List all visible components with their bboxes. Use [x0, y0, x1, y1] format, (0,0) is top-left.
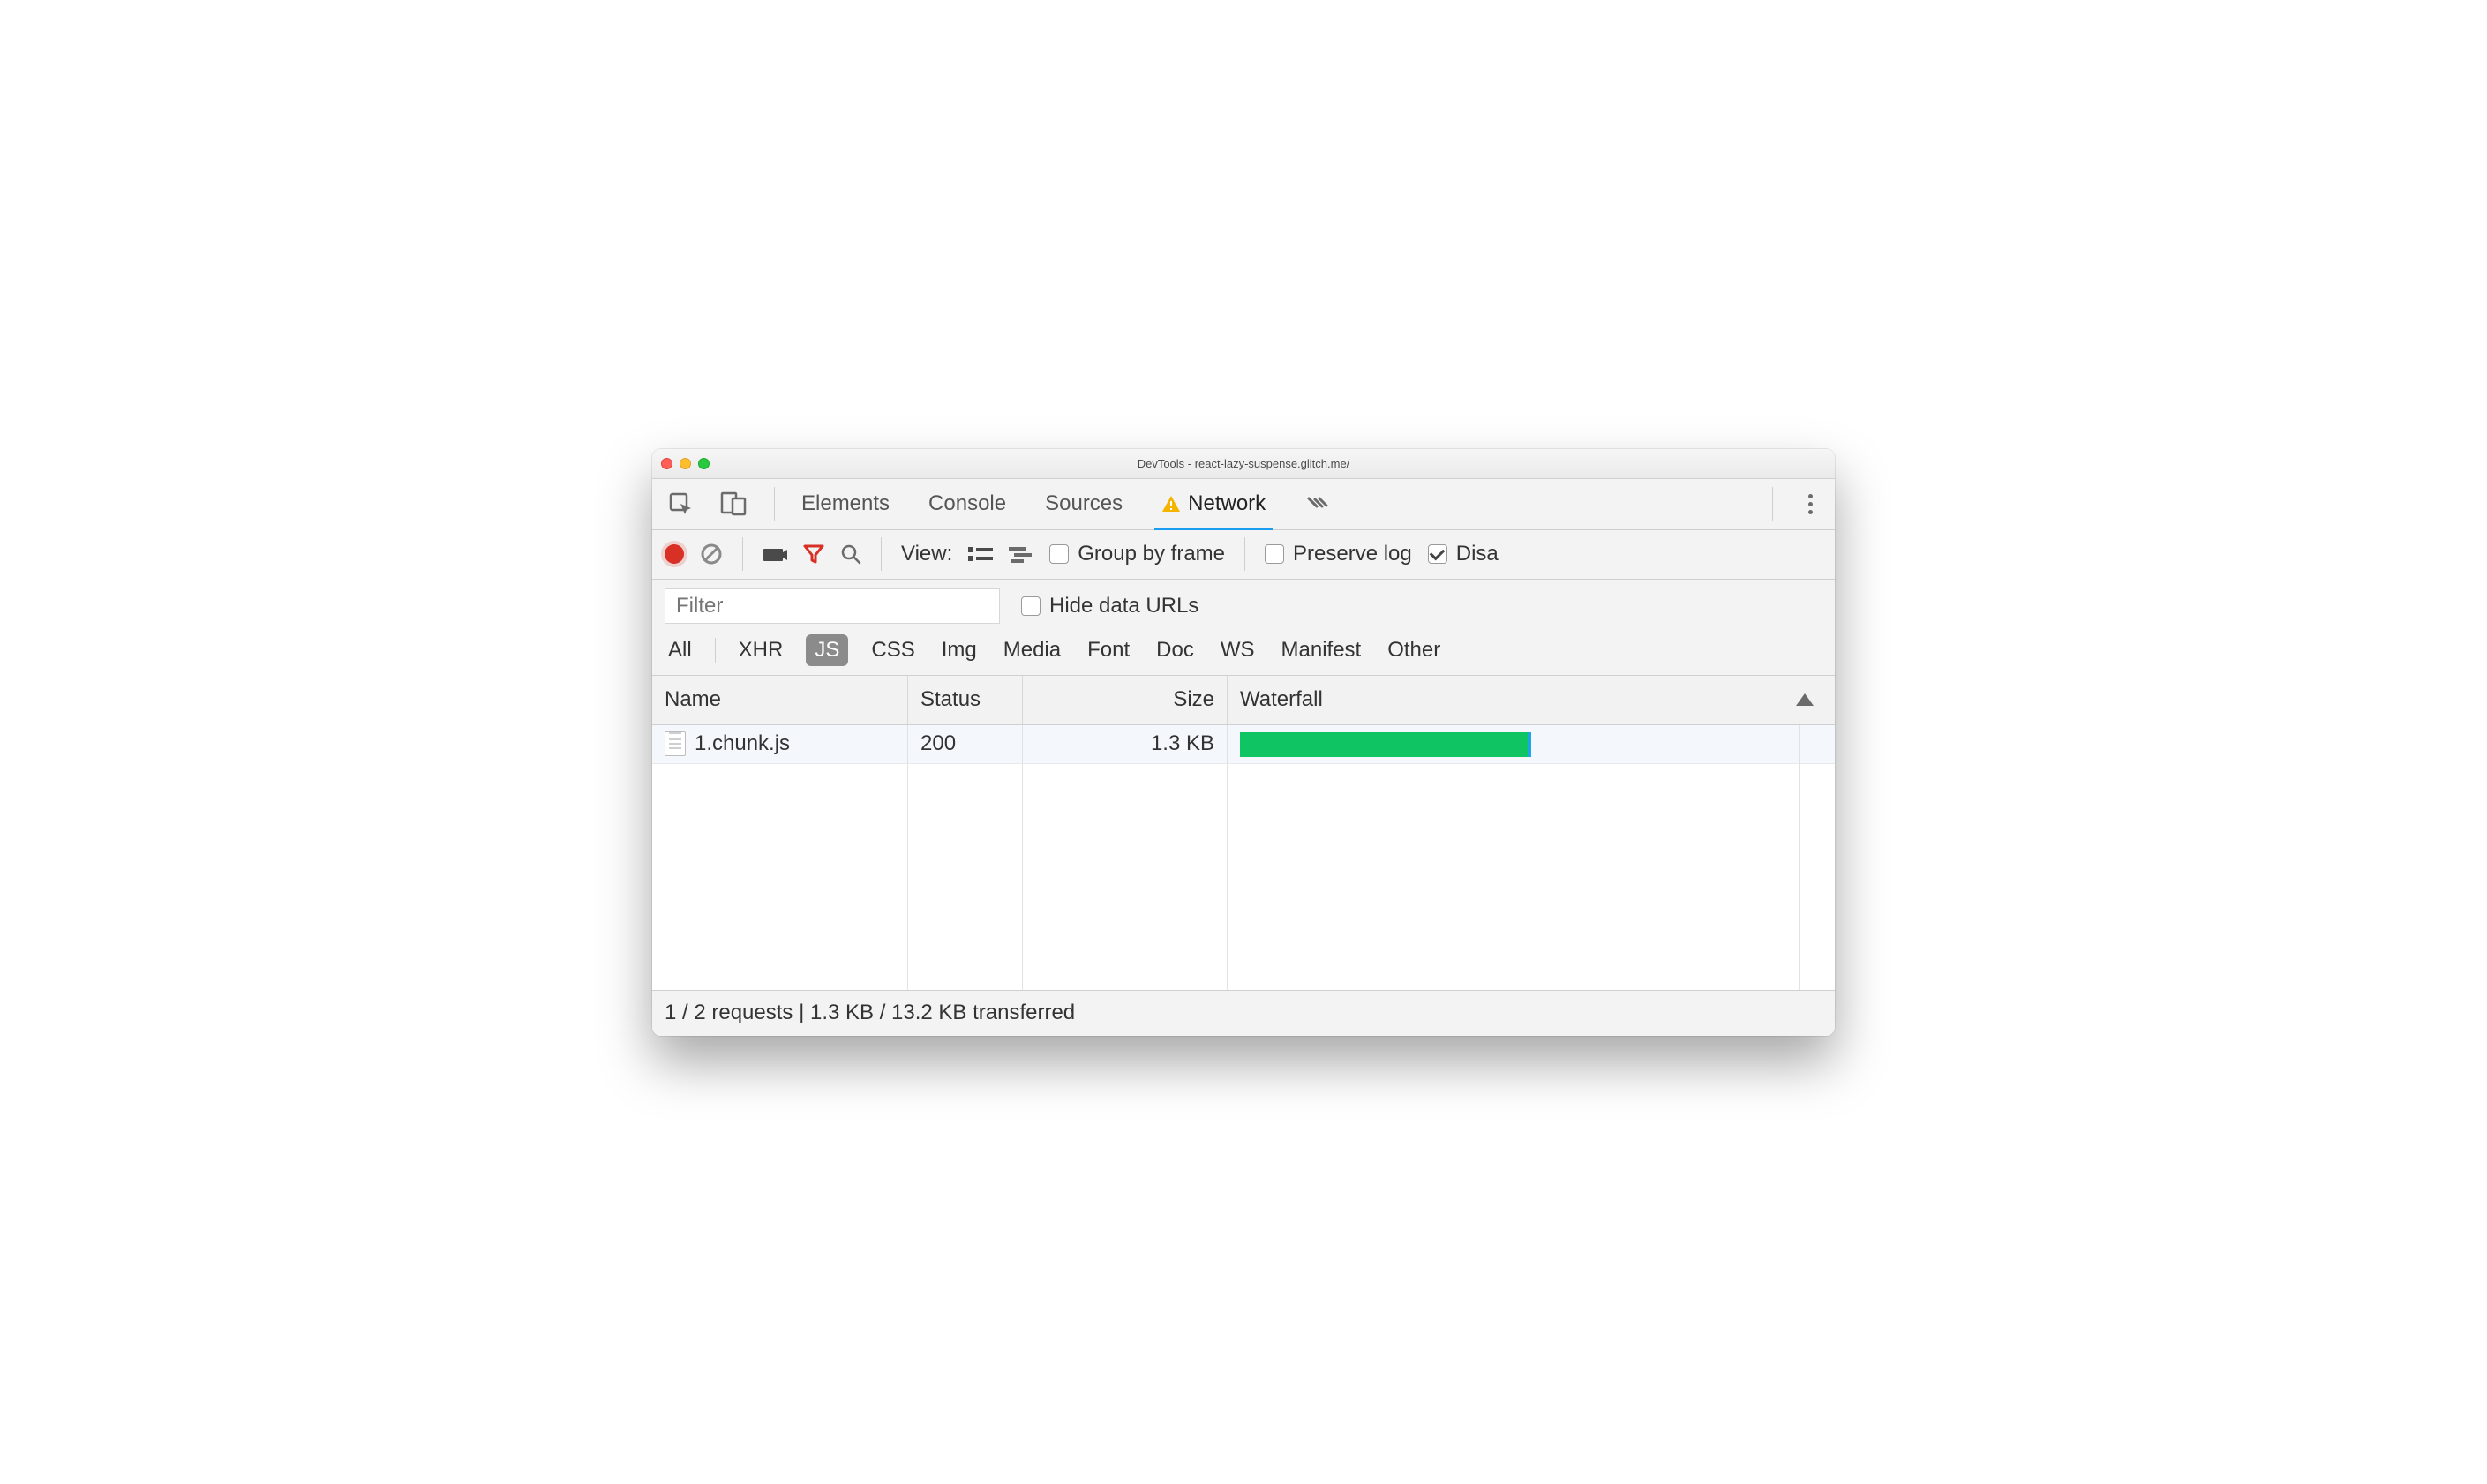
- request-size: 1.3 KB: [1151, 731, 1214, 756]
- clear-icon[interactable]: [700, 543, 723, 566]
- type-other[interactable]: Other: [1384, 636, 1444, 664]
- type-font[interactable]: Font: [1084, 636, 1133, 664]
- search-icon[interactable]: [840, 543, 861, 565]
- divider: [742, 537, 743, 571]
- column-waterfall[interactable]: Waterfall: [1228, 676, 1835, 724]
- view-label: View:: [901, 542, 952, 566]
- requests-table: Name Status Size Waterfall 1.chunk.js 20…: [652, 676, 1835, 990]
- sort-ascending-icon: [1796, 693, 1814, 706]
- preserve-log-control[interactable]: Preserve log: [1265, 542, 1412, 566]
- window-controls: [661, 458, 710, 469]
- type-manifest[interactable]: Manifest: [1278, 636, 1365, 664]
- disable-cache-control[interactable]: Disa: [1428, 542, 1499, 566]
- large-rows-icon[interactable]: [968, 545, 993, 563]
- hide-data-urls-control[interactable]: Hide data URLs: [1021, 594, 1198, 618]
- close-window-button[interactable]: [661, 458, 672, 469]
- devtools-window: DevTools - react-lazy-suspense.glitch.me…: [652, 449, 1835, 1036]
- disable-cache-checkbox[interactable]: [1428, 544, 1447, 564]
- tab-network[interactable]: Network: [1160, 478, 1267, 529]
- column-status[interactable]: Status: [908, 676, 1023, 724]
- more-tabs-icon[interactable]: [1303, 488, 1334, 520]
- settings-menu-icon[interactable]: [1798, 494, 1822, 514]
- table-body: 1.chunk.js 200 1.3 KB: [652, 725, 1835, 990]
- window-title: DevTools - react-lazy-suspense.glitch.me…: [652, 457, 1835, 470]
- disable-cache-label: Disa: [1456, 542, 1499, 566]
- titlebar: DevTools - react-lazy-suspense.glitch.me…: [652, 449, 1835, 479]
- record-button[interactable]: [665, 544, 684, 564]
- warning-icon: [1161, 495, 1181, 513]
- network-toolbar: View: Group by frame Preserve log Disa: [652, 530, 1835, 580]
- table-row[interactable]: 1.chunk.js 200 1.3 KB: [652, 725, 1835, 764]
- panel-tabs: Elements Console Sources Network: [800, 478, 1334, 529]
- capture-screenshots-icon[interactable]: [763, 545, 787, 563]
- tab-sources[interactable]: Sources: [1043, 478, 1124, 529]
- preserve-log-label: Preserve log: [1293, 542, 1412, 566]
- filter-icon[interactable]: [803, 543, 824, 565]
- hide-data-urls-checkbox[interactable]: [1021, 596, 1041, 616]
- filter-row: Hide data URLs: [652, 580, 1835, 629]
- group-by-frame-control[interactable]: Group by frame: [1049, 542, 1225, 566]
- type-img[interactable]: Img: [938, 636, 981, 664]
- type-ws[interactable]: WS: [1217, 636, 1259, 664]
- request-status: 200: [920, 731, 956, 756]
- divider: [774, 487, 775, 521]
- type-media[interactable]: Media: [1000, 636, 1064, 664]
- divider: [1244, 537, 1245, 571]
- type-xhr[interactable]: XHR: [735, 636, 787, 664]
- preserve-log-checkbox[interactable]: [1265, 544, 1284, 564]
- type-js[interactable]: JS: [806, 634, 848, 666]
- resource-type-filters: All XHR JS CSS Img Media Font Doc WS Man…: [652, 629, 1835, 676]
- minimize-window-button[interactable]: [680, 458, 691, 469]
- inspect-element-icon[interactable]: [665, 488, 696, 520]
- script-file-icon: [665, 731, 686, 756]
- status-text: 1 / 2 requests | 1.3 KB / 13.2 KB transf…: [665, 1001, 1075, 1025]
- divider: [715, 638, 716, 663]
- waterfall-view-icon[interactable]: [1009, 545, 1033, 563]
- waterfall-bar: [1240, 732, 1531, 757]
- column-size[interactable]: Size: [1023, 676, 1228, 724]
- tab-elements[interactable]: Elements: [800, 478, 891, 529]
- tab-console[interactable]: Console: [927, 478, 1008, 529]
- divider: [881, 537, 882, 571]
- group-by-frame-checkbox[interactable]: [1049, 544, 1069, 564]
- filter-input[interactable]: [665, 588, 1000, 624]
- tab-network-label: Network: [1188, 491, 1266, 516]
- status-bar: 1 / 2 requests | 1.3 KB / 13.2 KB transf…: [652, 990, 1835, 1036]
- column-name[interactable]: Name: [652, 676, 908, 724]
- group-by-frame-label: Group by frame: [1078, 542, 1225, 566]
- device-toolbar-icon[interactable]: [718, 488, 749, 520]
- hide-data-urls-label: Hide data URLs: [1049, 594, 1198, 618]
- column-waterfall-label: Waterfall: [1240, 687, 1323, 712]
- table-header: Name Status Size Waterfall: [652, 676, 1835, 725]
- type-css[interactable]: CSS: [868, 636, 918, 664]
- type-doc[interactable]: Doc: [1153, 636, 1198, 664]
- divider: [1772, 487, 1773, 521]
- panel-tabbar: Elements Console Sources Network: [652, 479, 1835, 530]
- type-all[interactable]: All: [665, 636, 695, 664]
- maximize-window-button[interactable]: [698, 458, 710, 469]
- request-name: 1.chunk.js: [695, 731, 790, 756]
